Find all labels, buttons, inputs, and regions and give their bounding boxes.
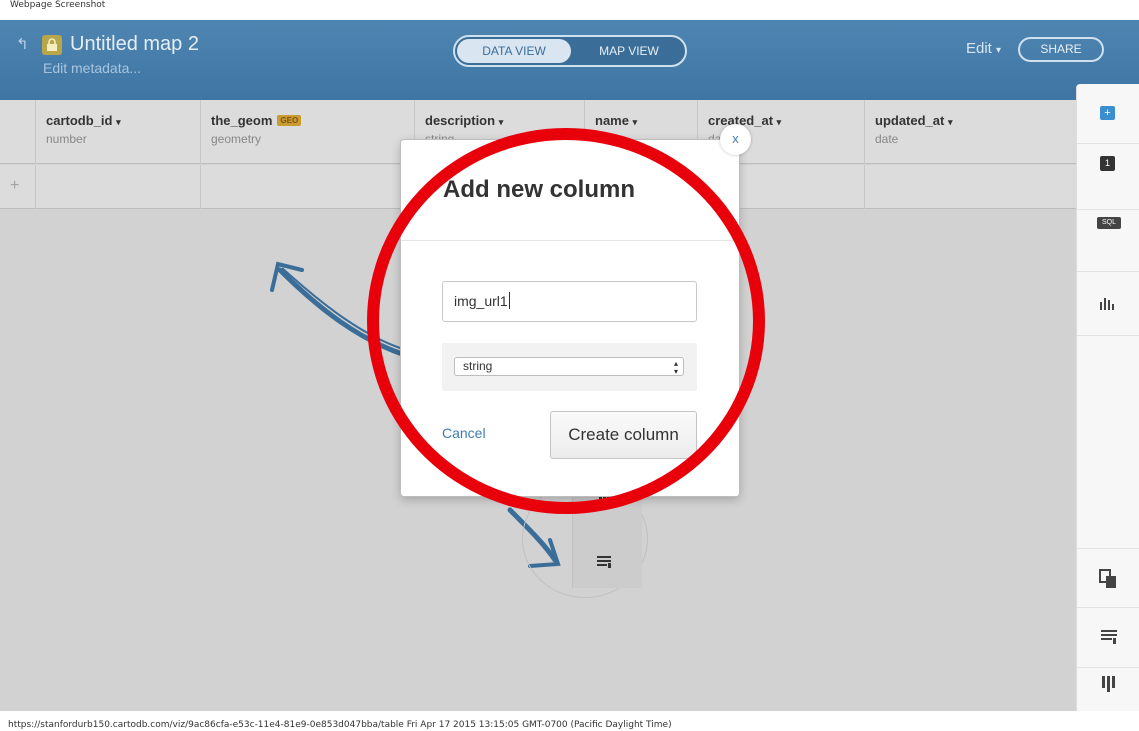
share-button[interactable]: SHARE bbox=[1018, 37, 1104, 62]
view-toggle: DATA VIEW MAP VIEW bbox=[453, 35, 687, 67]
data-view-tab[interactable]: DATA VIEW bbox=[457, 39, 571, 63]
chevron-down-icon: ▾ bbox=[996, 45, 1002, 56]
close-dialog-button[interactable]: x bbox=[720, 124, 751, 155]
screenshot-caption: Webpage Screenshot bbox=[10, 0, 106, 10]
chart-icon bbox=[1100, 298, 1114, 310]
sidebar-item-add-column[interactable] bbox=[1077, 668, 1139, 711]
add-layer-icon: + bbox=[1100, 106, 1115, 120]
add-row-icon bbox=[1101, 630, 1117, 644]
sidebar-item-chart[interactable] bbox=[1077, 272, 1139, 336]
sql-icon: SQL bbox=[1097, 217, 1121, 229]
add-column-icon bbox=[1102, 676, 1115, 692]
map-title[interactable]: Untitled map 2 bbox=[70, 33, 199, 56]
layer-1-icon: 1 bbox=[1100, 156, 1115, 171]
highlight-circle bbox=[367, 128, 765, 514]
right-sidebar: + 1 SQL bbox=[1076, 84, 1139, 711]
sidebar-item-sql[interactable]: SQL bbox=[1077, 210, 1139, 272]
sidebar-item-add-layer[interactable]: + bbox=[1077, 84, 1139, 144]
app-viewport: ↰ Untitled map 2 Edit metadata... DATA V… bbox=[0, 20, 1139, 711]
sidebar-item-merge[interactable] bbox=[1077, 548, 1139, 608]
top-header: ↰ Untitled map 2 Edit metadata... DATA V… bbox=[0, 20, 1139, 100]
lock-icon[interactable] bbox=[42, 35, 62, 55]
page-url-footer: https://stanfordurb150.cartodb.com/viz/9… bbox=[8, 720, 672, 730]
merge-icon bbox=[1099, 569, 1116, 588]
map-view-tab[interactable]: MAP VIEW bbox=[573, 39, 685, 63]
edit-metadata-link[interactable]: Edit metadata... bbox=[43, 60, 141, 76]
edit-menu[interactable]: Edit ▾ bbox=[966, 40, 1001, 57]
sidebar-item-layer[interactable]: 1 bbox=[1077, 144, 1139, 210]
sidebar-item-add-row[interactable] bbox=[1077, 608, 1139, 668]
back-arrow-icon[interactable]: ↰ bbox=[16, 37, 34, 53]
edit-menu-label: Edit bbox=[966, 40, 992, 57]
